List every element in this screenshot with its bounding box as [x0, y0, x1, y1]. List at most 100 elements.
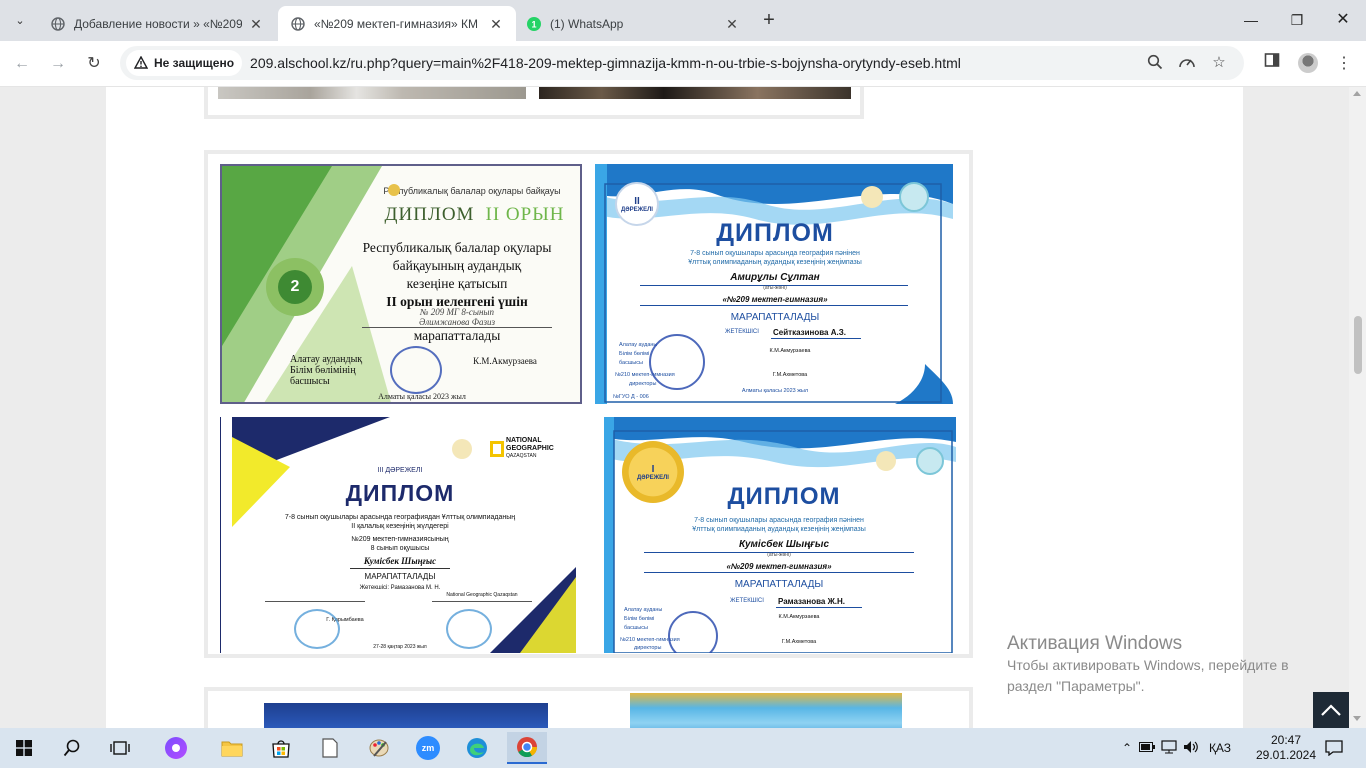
diploma-second-place[interactable]: Республикалық балалар оқулары байқауы ДИ…: [220, 164, 582, 404]
rosette-badge: 2: [266, 258, 324, 316]
alice-assistant-button[interactable]: [156, 732, 196, 764]
gallery-photo[interactable]: [630, 693, 902, 728]
clock-time: 20:47: [1270, 733, 1302, 747]
stamp-icon: [390, 346, 442, 394]
task-view-button[interactable]: [100, 732, 140, 764]
store-icon: [272, 740, 290, 758]
reload-button[interactable]: ↻: [81, 51, 107, 77]
signature-line: [432, 601, 532, 602]
warning-icon: [134, 56, 148, 69]
gallery-photo[interactable]: [539, 87, 851, 99]
zoom-app-button[interactable]: zm: [408, 732, 448, 764]
paint-app-button[interactable]: [359, 732, 399, 764]
school-name: «№209 мектеп-гимназия»: [722, 295, 828, 304]
diploma-desc: II қалалық кезеңінің жүлдегері: [351, 523, 449, 530]
menu-icon[interactable]: ⋮: [1333, 53, 1355, 75]
input-language[interactable]: ҚАЗ: [1202, 741, 1238, 755]
signatory-title: басшысы: [290, 376, 330, 387]
underline: [350, 568, 450, 569]
show-hidden-icons-chevron-icon[interactable]: ⌃: [1118, 741, 1136, 755]
handwritten-name: Әлимжанова Фазиз: [362, 317, 552, 329]
diploma-heading: ДИПЛОМ: [384, 204, 475, 225]
diploma-desc: 7-8 сынып оқушылары арасында география п…: [694, 517, 864, 524]
gold-medal-rosette: I ДӘРЕЖЕЛІ: [622, 441, 684, 503]
restore-button[interactable]: ❐: [1274, 6, 1320, 34]
close-tab-icon[interactable]: ✕: [488, 16, 504, 32]
gallery-photo[interactable]: [218, 87, 526, 99]
chrome-browser-button[interactable]: [507, 732, 547, 764]
tab-title: (1) WhatsApp: [550, 16, 624, 31]
tab-school-page[interactable]: «№209 мектеп-гимназия» КМ ✕: [278, 6, 516, 41]
signer-name: Г.М.Ахметова: [781, 639, 817, 645]
url-text[interactable]: 209.alschool.kz/ru.php?query=main%2F418-…: [250, 55, 961, 71]
logo-icon: [861, 186, 883, 208]
new-tab-button[interactable]: +: [758, 10, 780, 32]
close-tab-icon[interactable]: ✕: [724, 16, 740, 32]
diploma-footer: Алматы қаласы 2023 жыл: [378, 392, 466, 401]
close-window-button[interactable]: ✕: [1320, 6, 1366, 34]
windows-logo-icon: [16, 740, 32, 756]
browser-toolbar: ← → ↻ Не защищено 209.alschool.kz/ru.php…: [0, 41, 1366, 87]
document-app-button[interactable]: [310, 732, 350, 764]
diploma-heading: ДИПЛОМ: [727, 483, 841, 510]
chrome-icon: [517, 737, 538, 758]
windows-taskbar: zm ⌃ ҚАЗ 20:47 29.01.2024: [0, 728, 1366, 768]
volume-icon[interactable]: [1180, 740, 1202, 757]
forward-button[interactable]: →: [45, 51, 71, 77]
performance-icon[interactable]: [1178, 54, 1196, 72]
scrollbar-thumb[interactable]: [1354, 316, 1362, 374]
degree-number: II: [634, 195, 640, 207]
signer-name: Г.М.Ахметова: [772, 372, 808, 378]
recipient-name: Кумісбек Шыңғыс: [363, 556, 437, 566]
degree-label: III ДӘРЕЖЕЛІ: [377, 467, 423, 474]
clock[interactable]: 20:47 29.01.2024: [1256, 728, 1316, 768]
natgeo-logo-text: QAZAQSTAN: [506, 453, 537, 459]
tab-title: Добавление новости » «№209: [74, 16, 242, 31]
underline: [640, 305, 908, 306]
vertical-scrollbar[interactable]: [1349, 87, 1366, 728]
school-name: «№209 мектеп-гимназия»: [726, 562, 832, 571]
tab-whatsapp[interactable]: 1 (1) WhatsApp ✕: [514, 6, 752, 41]
scroll-up-arrow-icon[interactable]: [1353, 91, 1361, 96]
start-button[interactable]: [4, 732, 44, 764]
stamp-icon: [294, 609, 340, 649]
grade-text: 8 сынып оқушысы: [370, 545, 430, 552]
store-button[interactable]: [261, 732, 301, 764]
bookmark-star-icon[interactable]: ☆: [1210, 54, 1228, 72]
side-panel-icon[interactable]: [1261, 52, 1283, 74]
search-button[interactable]: [52, 732, 92, 764]
action-center-button[interactable]: [1316, 732, 1352, 764]
address-bar[interactable]: Не защищено 209.alschool.kz/ru.php?query…: [120, 46, 1244, 80]
diploma-first-degree[interactable]: I ДӘРЕЖЕЛІ ДИПЛОМ 7-8 сынып оқушылары ар…: [604, 417, 956, 653]
security-chip[interactable]: Не защищено: [126, 50, 243, 76]
diploma-line: кезеңіне қатысып: [406, 276, 508, 291]
diploma-third-degree[interactable]: NATIONAL GEOGRAPHIC QAZAQSTAN III ДӘРЕЖЕ…: [220, 417, 576, 653]
battery-icon[interactable]: [1136, 741, 1158, 755]
scroll-to-top-button[interactable]: [1313, 692, 1349, 728]
diploma-heading: ДИПЛОМ: [716, 219, 834, 247]
natgeo-logo-icon: [490, 441, 504, 457]
zoom-icon: zm: [416, 736, 440, 760]
back-button[interactable]: ←: [9, 51, 35, 77]
logo-icon: [388, 184, 400, 196]
tab-search-button[interactable]: ⌄: [6, 7, 34, 33]
tab-add-news[interactable]: Добавление новости » «№209 ✕: [38, 6, 276, 41]
signatory-title: Алатау ауданы: [624, 607, 663, 613]
network-icon[interactable]: [1158, 739, 1180, 757]
logo-icon: [876, 451, 896, 471]
minimize-button[interactable]: —: [1228, 6, 1274, 34]
page-viewport: Республикалық балалар оқулары байқауы ДИ…: [0, 87, 1366, 728]
natgeo-logo-text: GEOGRAPHIC: [506, 445, 554, 452]
edge-icon: [467, 738, 487, 758]
signature-line: [265, 601, 365, 602]
diploma-second-degree[interactable]: II ДӘРЕЖЕЛІ ДИПЛОМ 7-8 сынып оқушылары а…: [595, 164, 953, 404]
globe-icon: [50, 16, 66, 32]
scroll-down-arrow-icon[interactable]: [1353, 716, 1361, 721]
close-tab-icon[interactable]: ✕: [248, 16, 264, 32]
edge-browser-button[interactable]: [457, 732, 497, 764]
profile-avatar[interactable]: [1298, 53, 1318, 73]
zoom-icon[interactable]: [1146, 54, 1164, 72]
diploma-award: марапатталады: [413, 328, 501, 343]
gallery-photo[interactable]: [264, 703, 548, 728]
file-explorer-button[interactable]: [212, 732, 252, 764]
